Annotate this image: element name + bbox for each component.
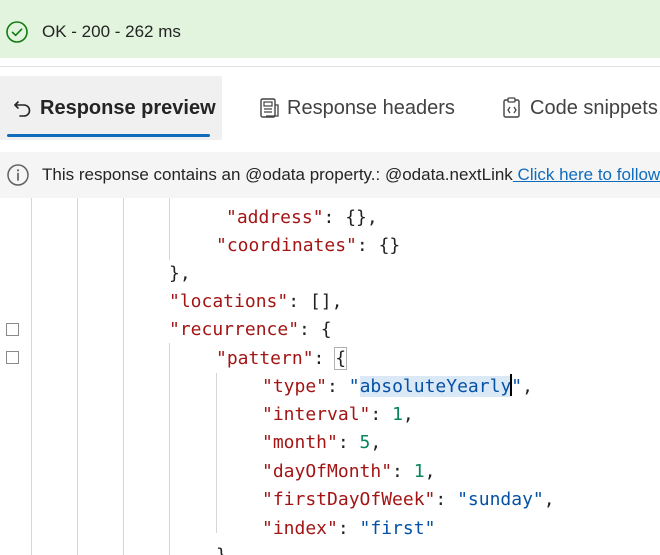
status-text: OK - 200 - 262 ms: [42, 22, 181, 41]
divider: [0, 66, 660, 67]
response-json-viewer[interactable]: "address": {}, "coordinates": {} }, "loc…: [0, 198, 660, 555]
info-text: This response contains an @odata propert…: [42, 165, 660, 185]
active-tab-indicator: [7, 134, 210, 137]
json-line: "locations": [],: [169, 291, 343, 312]
json-line: "index": "first": [262, 518, 436, 539]
indent-guide: [216, 373, 217, 533]
follow-link[interactable]: Click here to follow the link: [513, 165, 660, 184]
fold-toggle-recurrence[interactable]: [6, 323, 19, 336]
indent-guide: [77, 198, 78, 555]
undo-arrow-icon: [14, 101, 31, 117]
json-line: "recurrence": {: [169, 319, 332, 340]
info-message-bar: This response contains an @odata propert…: [0, 152, 660, 198]
json-line: "address": {},: [226, 207, 378, 228]
status-bar: OK - 200 - 262 ms: [0, 0, 660, 58]
indent-guide: [169, 198, 170, 260]
json-line: "type": "absoluteYearly",: [262, 374, 533, 397]
document-header-icon: [260, 98, 279, 118]
json-line: "firstDayOfWeek": "sunday",: [262, 489, 555, 510]
indent-guide: [31, 198, 32, 555]
json-line: },: [216, 541, 238, 555]
info-message: This response contains an @odata propert…: [42, 165, 513, 184]
json-line: "interval": 1,: [262, 404, 414, 425]
tab-label: Response preview: [40, 96, 216, 119]
indent-guide: [123, 198, 124, 555]
response-tabs: Response preview Response headers Code s…: [0, 76, 660, 140]
selected-text[interactable]: absoluteYearly: [359, 376, 512, 397]
tab-response-headers[interactable]: Response headers: [257, 76, 455, 140]
json-line: "month": 5,: [262, 432, 382, 453]
info-icon: [7, 164, 29, 186]
json-line: "coordinates": {}: [216, 235, 401, 256]
check-circle-icon: [6, 21, 28, 43]
code-clipboard-icon: [503, 97, 520, 118]
tab-response-preview[interactable]: Response preview: [0, 76, 222, 140]
tab-label: Code snippets: [530, 96, 658, 119]
indent-guide: [169, 343, 170, 555]
tab-label: Response headers: [287, 96, 455, 119]
fold-toggle-pattern[interactable]: [6, 351, 19, 364]
tab-code-snippets[interactable]: Code snippets: [500, 76, 658, 140]
json-line: "pattern": {: [216, 347, 348, 370]
json-line: },: [169, 263, 191, 284]
json-line: "dayOfMonth": 1,: [262, 461, 436, 482]
